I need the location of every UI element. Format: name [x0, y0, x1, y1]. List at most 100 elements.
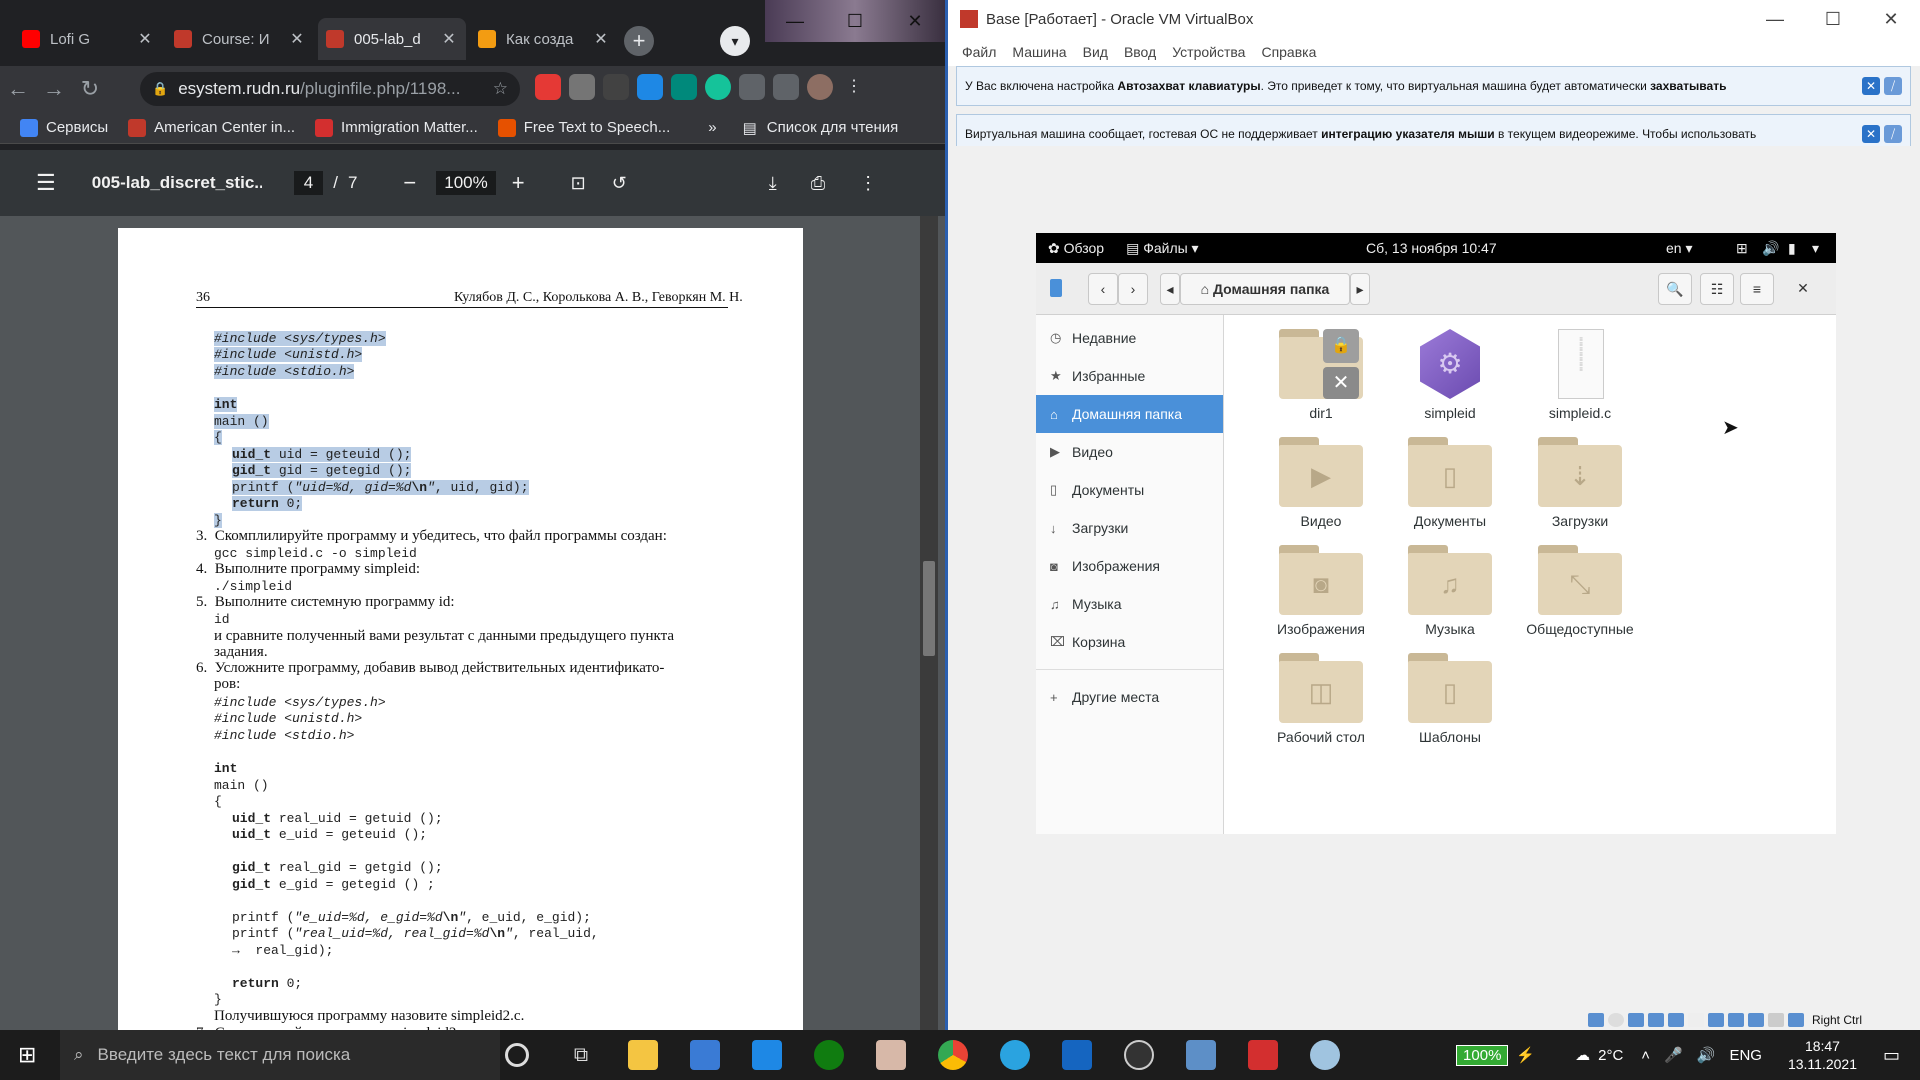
address-bar[interactable]: 🔒 esystem.rudn.ru /pluginfile.php/1198..… — [140, 72, 520, 106]
file-item-simpleid-c[interactable]: ≡ ≡ ≡ ≡ ≡ ≡ ≡ simpleid.c — [1505, 329, 1655, 421]
close-icon[interactable]: ✕ — [136, 29, 154, 49]
extension-icon[interactable] — [637, 74, 663, 100]
guest-desktop[interactable]: ✿ Обзор ▤ Файлы ▾ Сб, 13 ноября 10:47 en… — [1036, 233, 1836, 834]
maximize-icon[interactable]: ☐ — [825, 0, 885, 42]
file-item-dir1[interactable]: 🔒 ✕ dir1 — [1246, 329, 1396, 421]
mail-icon[interactable] — [752, 1040, 782, 1070]
sidebar-toggle-icon[interactable] — [1050, 279, 1062, 297]
print-icon[interactable]: ⎙ — [811, 173, 825, 194]
sidebar-item-recent[interactable]: ◷ Недавние — [1036, 319, 1223, 357]
weather-icon[interactable]: ☁ — [1575, 1046, 1590, 1064]
pdf-viewport[interactable]: 36 Кулябов Д. С., Королькова А. В., Гево… — [0, 216, 945, 1030]
playlist-icon[interactable] — [773, 74, 799, 100]
close-icon[interactable]: ✕ — [885, 0, 945, 42]
forward-button[interactable]: › — [1118, 273, 1148, 305]
virtualbox-icon[interactable] — [1186, 1040, 1216, 1070]
dont-show-icon[interactable]: ⧸ — [1884, 77, 1902, 95]
sidebar-item-documents[interactable]: ▯ Документы — [1036, 471, 1223, 509]
dont-show-icon[interactable]: ⧸ — [1884, 125, 1902, 143]
mouse-integration-icon[interactable] — [1768, 1013, 1784, 1027]
cpu-icon[interactable] — [1748, 1013, 1764, 1027]
display-icon[interactable] — [1708, 1013, 1724, 1027]
taskbar-search[interactable]: ⌕ Введите здесь текст для поиска — [60, 1030, 500, 1080]
menu-button[interactable]: ≡ — [1740, 273, 1774, 305]
extension-icon[interactable] — [569, 74, 595, 100]
volume-icon[interactable]: 🔊 — [1697, 1046, 1716, 1064]
more-vert-icon[interactable]: ⋮ — [859, 173, 877, 194]
path-left-button[interactable]: ◂ — [1160, 273, 1180, 305]
info-close-icon[interactable]: ✕ — [1862, 125, 1880, 143]
close-button[interactable]: ✕ — [1786, 273, 1820, 305]
menu-view[interactable]: Вид — [1083, 44, 1108, 60]
recording-icon[interactable] — [1728, 1013, 1744, 1027]
file-item-pictures-folder[interactable]: ◙ Изображения — [1246, 545, 1396, 637]
tab-lofi[interactable]: Lofi G ✕ — [14, 18, 162, 60]
bookmark-immigration[interactable]: Immigration Matter... — [315, 118, 478, 137]
battery-indicator[interactable]: 100% — [1456, 1044, 1509, 1066]
avatar[interactable] — [807, 74, 833, 100]
store-icon[interactable] — [690, 1040, 720, 1070]
optical-icon[interactable] — [1608, 1013, 1624, 1027]
extension-icon[interactable] — [535, 74, 561, 100]
activities-button[interactable]: ✿ Обзор — [1048, 240, 1104, 257]
sidebar-item-music[interactable]: ♫ Музыка — [1036, 585, 1223, 623]
bookmark-tts[interactable]: Free Text to Speech... — [497, 118, 670, 137]
menu-machine[interactable]: Машина — [1012, 44, 1066, 60]
reload-icon[interactable]: ↻ — [72, 76, 108, 102]
task-view-icon[interactable]: ⧉ — [566, 1040, 596, 1070]
reading-list-button[interactable]: ▤ Список для чтения — [743, 119, 899, 137]
grammarly-icon[interactable] — [705, 74, 731, 100]
network-icon[interactable] — [1648, 1013, 1664, 1027]
download-icon[interactable]: ⤓ — [769, 173, 777, 194]
file-item-desktop-folder[interactable]: ◫ Рабочий стол — [1246, 653, 1396, 745]
vm-display[interactable]: ✿ Обзор ▤ Файлы ▾ Сб, 13 ноября 10:47 en… — [948, 146, 1920, 1006]
tab-search-icon[interactable]: ▾ — [720, 26, 750, 56]
app-menu[interactable]: ▤ Файлы ▾ — [1126, 240, 1199, 257]
chevron-up-icon[interactable]: ˄ — [1641, 1047, 1650, 1064]
bookmark-american-center[interactable]: American Center in... — [128, 118, 295, 137]
notification-icon[interactable]: ▭ — [1883, 1045, 1900, 1066]
tab-pdf[interactable]: 005-lab_d ✕ — [318, 18, 466, 60]
menu-file[interactable]: Файл — [962, 44, 996, 60]
vim-icon[interactable] — [1062, 1040, 1092, 1070]
microphone-icon[interactable]: 🎤 — [1664, 1046, 1683, 1064]
extension-icon[interactable] — [671, 74, 697, 100]
menu-help[interactable]: Справка — [1261, 44, 1316, 60]
sidebar-item-video[interactable]: ▶ Видео — [1036, 433, 1223, 471]
usb-icon[interactable] — [1668, 1013, 1684, 1027]
sidebar-item-trash[interactable]: ⌧ Корзина — [1036, 623, 1223, 661]
xbox-icon[interactable] — [814, 1040, 844, 1070]
sidebar-item-downloads[interactable]: ↓ Загрузки — [1036, 509, 1223, 547]
telegram-icon[interactable] — [1000, 1040, 1030, 1070]
network-icon[interactable]: ⊞ — [1736, 240, 1748, 257]
file-item-music-folder[interactable]: ♫ Музыка — [1375, 545, 1525, 637]
close-icon[interactable]: ✕ — [1862, 0, 1920, 38]
battery-icon[interactable]: ▮ — [1788, 240, 1796, 257]
sidebar-item-other-places[interactable]: + Другие места — [1036, 678, 1223, 716]
scrollbar-thumb[interactable] — [923, 561, 935, 656]
star-icon[interactable]: ☆ — [493, 79, 508, 99]
page-number-input[interactable]: 4 — [293, 171, 324, 195]
puzzle-icon[interactable] — [739, 74, 765, 100]
back-button[interactable]: ‹ — [1088, 273, 1118, 305]
menu-icon[interactable]: ☰ — [36, 170, 56, 196]
paint-icon[interactable] — [1310, 1040, 1340, 1070]
extension-icon[interactable] — [603, 74, 629, 100]
file-explorer-icon[interactable] — [628, 1040, 658, 1070]
file-item-downloads-folder[interactable]: ⇣ Загрузки — [1505, 437, 1655, 529]
bookmark-services[interactable]: Сервисы — [20, 118, 108, 137]
chrome-icon[interactable] — [938, 1040, 968, 1070]
keyboard-capture-icon[interactable] — [1788, 1013, 1804, 1027]
file-item-simpleid[interactable]: ⚙ simpleid — [1375, 329, 1525, 421]
more-vert-icon[interactable]: ⋮ — [841, 74, 867, 100]
language-indicator[interactable]: ENG — [1729, 1047, 1762, 1064]
file-item-video-folder[interactable]: ▶ Видео — [1246, 437, 1396, 529]
bookmarks-more-button[interactable]: » — [708, 119, 716, 136]
maximize-icon[interactable]: ☐ — [1804, 0, 1862, 38]
file-item-documents-folder[interactable]: ▯ Документы — [1375, 437, 1525, 529]
shared-folder-icon[interactable] — [1688, 1013, 1704, 1027]
back-icon[interactable]: ← — [0, 76, 36, 102]
sidebar-item-pictures[interactable]: ◙ Изображения — [1036, 547, 1223, 585]
language-indicator[interactable]: en ▾ — [1666, 240, 1693, 257]
volume-icon[interactable]: 🔊 — [1762, 240, 1779, 257]
